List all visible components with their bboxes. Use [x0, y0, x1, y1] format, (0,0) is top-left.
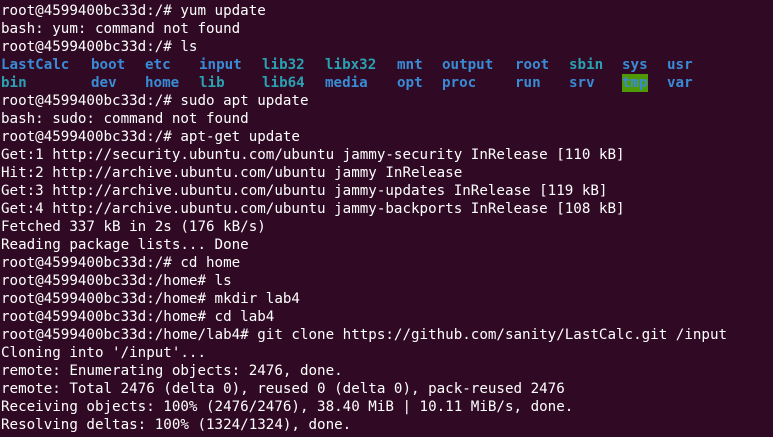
ls-entry-bin: bin: [1, 75, 27, 91]
ls-entry-home: home: [145, 75, 180, 91]
terminal-line: Get:4 http://archive.ubuntu.com/ubuntu j…: [1, 201, 625, 217]
terminal-line: root@4599400bc33d:/# apt-get update: [1, 129, 300, 145]
terminal-line: root@4599400bc33d:/home# ls: [1, 273, 232, 289]
terminal-line: root@4599400bc33d:/home/lab4# git clone …: [1, 327, 728, 343]
ls-entry-usr: usr: [667, 57, 693, 73]
ls-output-row-1: LastCalc boot etc input lib32 libx32 mnt output…: [1, 56, 773, 74]
ls-entry-lib: lib: [199, 75, 225, 91]
terminal-line: Get:3 http://archive.ubuntu.com/ubuntu j…: [1, 183, 608, 199]
terminal-line: root@4599400bc33d:/# yum update: [1, 3, 266, 19]
terminal-window[interactable]: root@4599400bc33d:/# yum update bash: yu…: [0, 0, 773, 437]
terminal-line: root@4599400bc33d:/# cd home: [1, 255, 241, 271]
terminal-line: Receiving objects: 100% (2476/2476), 38.…: [1, 399, 574, 415]
ls-entry-boot: boot: [91, 57, 126, 73]
terminal-line: Resolving deltas: 100% (1324/1324), done…: [1, 417, 352, 433]
ls-output-row-2: bin dev home lib lib64 media opt proc run srv tmp v…: [1, 74, 773, 92]
ls-entry-libx32: libx32: [325, 57, 377, 73]
terminal-line: Reading package lists... Done: [1, 237, 249, 253]
terminal-line: remote: Total 2476 (delta 0), reused 0 (…: [1, 381, 565, 397]
terminal-line: remote: Enumerating objects: 2476, done.: [1, 363, 343, 379]
ls-entry-root: root: [515, 57, 550, 73]
ls-entry-var: var: [667, 75, 693, 91]
terminal-line: root@4599400bc33d:/home# mkdir lab4: [1, 291, 300, 307]
ls-entry-mnt: mnt: [397, 57, 423, 73]
ls-entry-dev: dev: [91, 75, 117, 91]
ls-entry-lib64: lib64: [262, 75, 305, 91]
ls-entry-lib32: lib32: [262, 57, 305, 73]
terminal-line: Cloning into '/input'...: [1, 345, 206, 361]
ls-entry-sbin: sbin: [569, 57, 604, 73]
ls-entry-media: media: [325, 75, 368, 91]
terminal-line: root@4599400bc33d:/home# cd lab4: [1, 309, 275, 325]
terminal-line: Fetched 337 kB in 2s (176 kB/s): [1, 219, 266, 235]
terminal-line: bash: sudo: command not found: [1, 111, 249, 127]
ls-entry-etc: etc: [145, 57, 171, 73]
ls-entry-output: output: [442, 57, 494, 73]
terminal-line: Get:1 http://security.ubuntu.com/ubuntu …: [1, 147, 625, 163]
ls-entry-run: run: [515, 75, 541, 91]
ls-entry-srv: srv: [569, 75, 595, 91]
terminal-line: bash: yum: command not found: [1, 21, 241, 37]
terminal-line: root@4599400bc33d:/# ls: [1, 39, 198, 55]
ls-entry-proc: proc: [442, 75, 477, 91]
ls-entry-tmp: tmp: [622, 74, 648, 92]
ls-entry-lastcalc: LastCalc: [1, 57, 70, 73]
ls-entry-input: input: [199, 57, 242, 73]
terminal-line: root@4599400bc33d:/# sudo apt update: [1, 93, 309, 109]
ls-entry-sys: sys: [622, 57, 648, 73]
ls-entry-opt: opt: [397, 75, 423, 91]
terminal-line: Hit:2 http://archive.ubuntu.com/ubuntu j…: [1, 165, 463, 181]
